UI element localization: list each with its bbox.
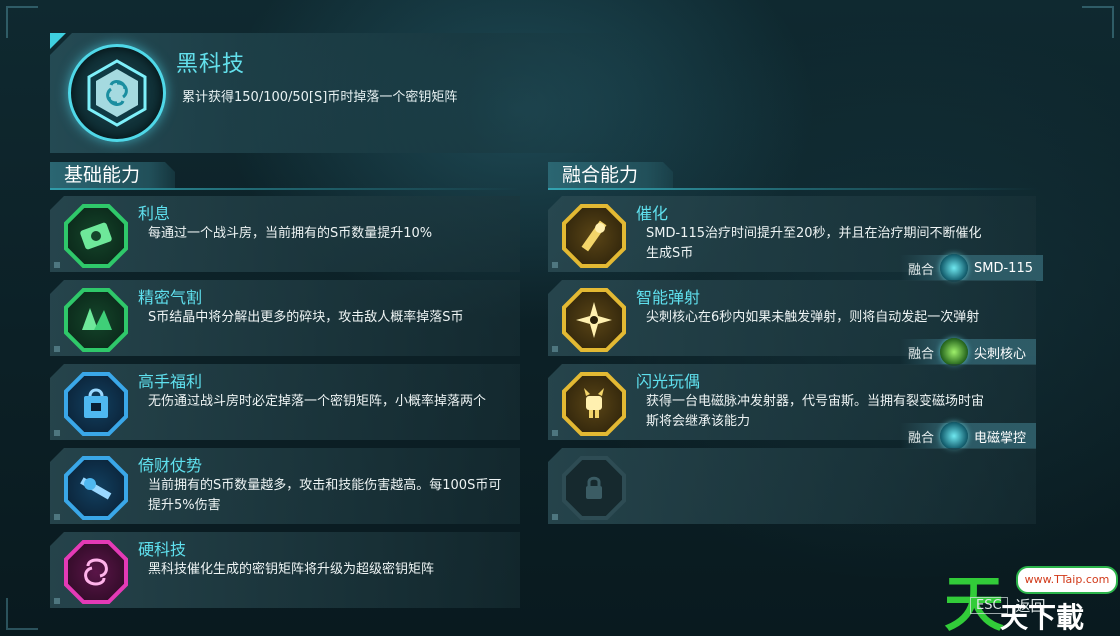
card-corner-dot [54,598,60,604]
ability-name: 硬科技 [138,540,187,559]
lock-icon [562,456,626,520]
basic-ability-card[interactable]: 高手福利 无伤通过战斗房时必定掉落一个密钥矩阵，小概率掉落两个 [50,364,520,440]
ability-name: 利息 [138,204,171,223]
frame-corner-top-right [1082,6,1114,38]
fusion-label: 融合 [908,262,935,278]
shuriken-icon [562,288,626,352]
spike-core-icon [940,338,969,366]
ability-name: 倚财仗势 [138,456,203,475]
card-corner-dot [552,430,558,436]
card-corner-dot [54,514,60,520]
section-basic-abilities: 基础能力 [50,162,175,188]
gift-bag-icon [64,372,128,436]
fusion-tag[interactable]: 融合 SMD-115 [900,254,1043,282]
crystal-shard-icon [64,288,128,352]
card-corner-dot [54,262,60,268]
fusion-source: SMD-115 [974,260,1033,276]
ability-name: 智能弹射 [636,288,701,307]
electromagnet-icon [940,422,969,450]
page-description: 累计获得150/100/50[S]币时掉落一个密钥矩阵 [182,90,458,105]
ability-name: 高手福利 [138,372,203,391]
ability-description: 无伤通过战斗房时必定掉落一个密钥矩阵，小概率掉落两个 [148,394,487,409]
ability-description: 每通过一个战斗房，当前拥有的S币数量提升10% [148,226,433,241]
card-corner-dot [552,514,558,520]
fusion-label: 融合 [908,346,935,362]
swirl-icon [64,540,128,604]
drone-icon [940,254,969,282]
card-corner-dot [552,262,558,268]
basic-ability-card[interactable]: 硬科技 黑科技催化生成的密钥矩阵将升级为超级密钥矩阵 [50,532,520,608]
ability-description: 黑科技催化生成的密钥矩阵将升级为超级密钥矩阵 [148,562,435,577]
locked-ability-card [548,448,1036,524]
card-corner-dot [54,430,60,436]
data-hex-icon [68,44,166,142]
frame-corner-top-left [6,6,38,38]
catalyst-icon [562,204,626,268]
basic-ability-card[interactable]: 倚财仗势 当前拥有的S币数量越多，攻击和技能伤害越高。每100S币可提升5%伤害 [50,448,520,524]
card-corner-dot [552,346,558,352]
fusion-source: 电磁掌控 [974,430,1027,446]
fusion-label: 融合 [908,430,935,446]
ability-description: 尖刺核心在6秒内如果未触发弹射，则将自动发起一次弹射 [646,310,980,325]
frame-corner-bottom-left [6,598,38,630]
ability-name: 精密气割 [138,288,203,307]
ability-description: S币结晶中将分解出更多的碎块，攻击敌人概率掉落S币 [148,310,464,325]
page-title: 黑科技 [176,52,246,77]
ability-description: 当前拥有的S币数量越多，攻击和技能伤害越高。每100S币可提升5%伤害 [148,478,502,513]
ability-name: 闪光玩偶 [636,372,701,391]
money-cash-icon [64,204,128,268]
section-divider [548,188,1038,190]
ability-name: 催化 [636,204,669,223]
fusion-tag[interactable]: 融合 尖刺核心 [900,338,1037,366]
basic-ability-card[interactable]: 利息 每通过一个战斗房，当前拥有的S币数量提升10% [50,196,520,272]
ability-screen: 黑科技 累计获得150/100/50[S]币时掉落一个密钥矩阵 基础能力 融合能… [0,0,1120,636]
watermark-text: 天下載 [1000,601,1085,634]
sword-coin-icon [64,456,128,520]
section-divider [50,188,520,190]
basic-ability-card[interactable]: 精密气割 S币结晶中将分解出更多的碎块，攻击敌人概率掉落S币 [50,280,520,356]
fusion-source: 尖刺核心 [974,346,1027,362]
fusion-tag[interactable]: 融合 电磁掌控 [900,422,1037,450]
robot-doll-icon [562,372,626,436]
card-corner-dot [54,346,60,352]
section-fusion-abilities: 融合能力 [548,162,673,188]
